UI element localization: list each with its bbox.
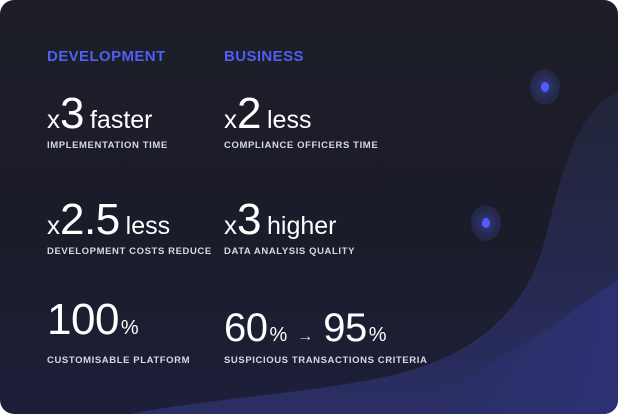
metric-suffix: less [125,212,171,240]
development-heading: DEVELOPMENT [47,48,166,65]
suspicious-transactions-metric: 60% → 95% [224,308,387,348]
glow-dot [482,218,490,228]
metric-prefix: x [47,104,60,134]
business-heading: BUSINESS [224,48,304,65]
metric-suffix: less [266,106,312,134]
stats-card: DEVELOPMENT x3 faster IMPLEMENTATION TIME… [0,0,618,414]
implementation-caption: IMPLEMENTATION TIME [47,140,168,151]
metric-unit: % [120,317,139,339]
customisable-caption: CUSTOMISABLE PLATFORM [47,355,191,366]
metric-to-value: 95 [323,306,367,350]
implementation-metric: x3 faster [47,92,153,136]
metric-value: 2.5 [60,195,120,244]
compliance-caption: COMPLIANCE OFFICERS TIME [224,140,379,151]
glow-dot [541,82,549,92]
metric-value: 100 [47,295,119,344]
metric-suffix: faster [89,106,153,134]
arrow-right-icon: → [297,328,314,345]
metric-value: 3 [237,195,261,244]
metric-from-value: 60 [224,306,268,350]
customisable-metric: 100% [47,298,139,342]
dev-costs-caption: DEVELOPMENT COSTS REDUCE [47,246,212,257]
metric-prefix: x [47,210,60,240]
compliance-metric: x2 less [224,92,311,136]
metric-suffix: higher [266,212,337,240]
metric-unit: % [269,324,288,346]
data-analysis-caption: DATA ANALYSIS QUALITY [224,246,356,257]
metric-prefix: x [224,104,237,134]
metric-value: 2 [237,89,261,138]
metric-prefix: x [224,210,237,240]
metric-unit: % [368,324,387,346]
metric-value: 3 [60,89,84,138]
dev-costs-metric: x2.5 less [47,198,170,242]
data-analysis-metric: x3 higher [224,198,336,242]
suspicious-transactions-caption: SUSPICIOUS TRANSACTIONS CRITERIA [224,355,428,366]
